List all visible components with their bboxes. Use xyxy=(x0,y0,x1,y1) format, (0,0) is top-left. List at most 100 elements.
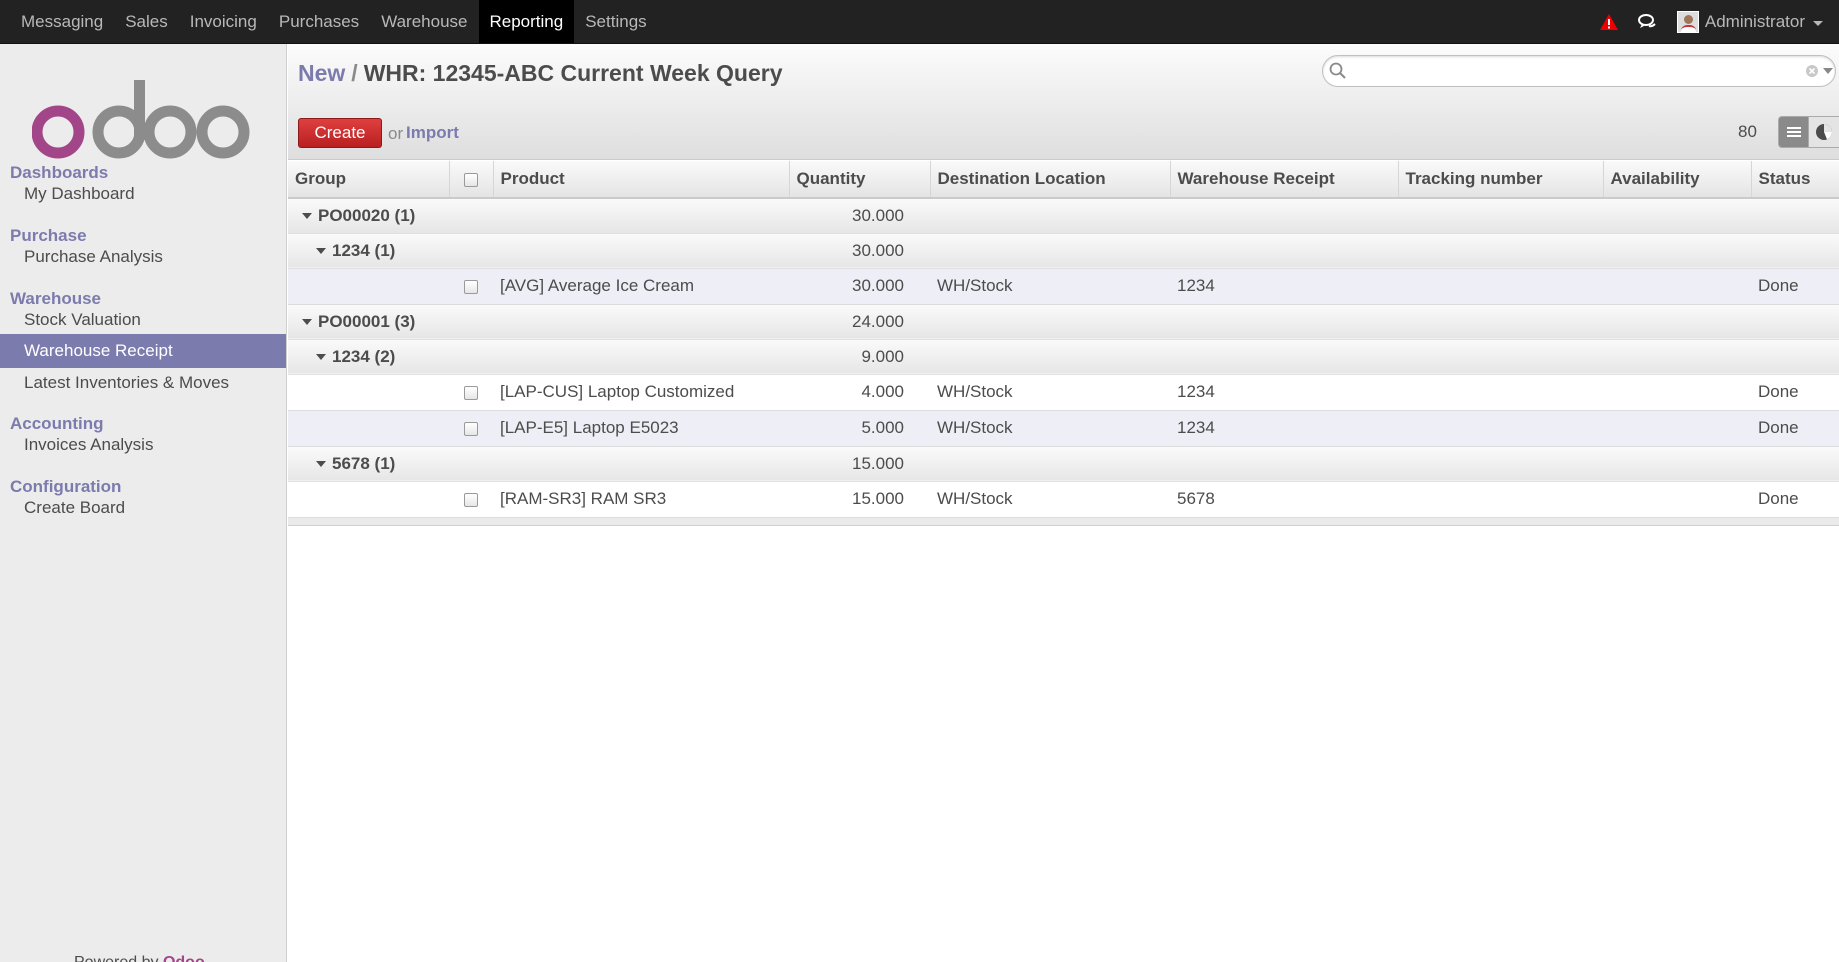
clear-circle-icon[interactable] xyxy=(1805,64,1819,78)
list-view-button[interactable] xyxy=(1778,116,1809,148)
graph-view-button[interactable] xyxy=(1809,116,1839,148)
warehouse-receipt-cell[interactable]: 1234 xyxy=(1170,374,1398,411)
select-all-checkbox[interactable] xyxy=(464,172,478,187)
group-empty-cell xyxy=(1398,233,1603,269)
table-row[interactable]: [LAP-E5] Laptop E5023 5.000 WH/Stock 1234 Do… xyxy=(288,410,1839,447)
group-empty-cell xyxy=(1398,198,1603,234)
breadcrumb-link-new[interactable]: New xyxy=(298,60,345,86)
table-row[interactable]: [LAP-CUS] Laptop Customized 4.000 WH/Stock… xyxy=(288,374,1839,411)
table-row[interactable]: [AVG] Average Ice Cream 30.000 WH/Stock 123… xyxy=(288,268,1839,305)
column-header-quantity[interactable]: Quantity xyxy=(789,161,931,199)
tracking-number-cell[interactable] xyxy=(1398,374,1603,411)
group-label: 1234 (2) xyxy=(332,346,396,366)
status-cell[interactable]: Done xyxy=(1751,410,1839,447)
group-label-cell[interactable]: 1234 (2) xyxy=(288,339,789,375)
group-empty-cell xyxy=(1398,446,1603,482)
quantity-cell[interactable]: 5.000 xyxy=(789,410,930,447)
group-quantity: 9.000 xyxy=(789,339,930,375)
user-name: Administrator xyxy=(1704,12,1805,31)
availability-cell[interactable] xyxy=(1603,374,1751,411)
row-checkbox[interactable] xyxy=(464,385,478,400)
create-button[interactable]: Create xyxy=(298,118,382,148)
destination-location-cell[interactable]: WH/Stock xyxy=(930,481,1170,518)
sidebar-item-stock-valuation[interactable]: Stock Valuation xyxy=(0,303,286,337)
row-checkbox[interactable] xyxy=(464,492,478,507)
group-row[interactable]: PO00020 (1) 30.000 xyxy=(288,198,1839,234)
warehouse-receipt-cell[interactable]: 1234 xyxy=(1170,268,1398,305)
sidebar-item-my-dashboard[interactable]: My Dashboard xyxy=(0,177,286,211)
row-checkbox[interactable] xyxy=(464,279,478,294)
group-row[interactable]: 1234 (2) 9.000 xyxy=(288,339,1839,375)
pager-limit[interactable]: 80 xyxy=(1738,122,1757,142)
destination-location-cell[interactable]: WH/Stock xyxy=(930,374,1170,411)
availability-cell[interactable] xyxy=(1603,410,1751,447)
sidebar-item-warehouse-receipt[interactable]: Warehouse Receipt xyxy=(0,334,286,368)
column-header-destination-location[interactable]: Destination Location xyxy=(930,161,1171,199)
search-box[interactable] xyxy=(1322,55,1836,87)
top-navbar: Messaging Sales Invoicing Purchases Warehous… xyxy=(0,0,1839,44)
group-empty-cell xyxy=(1170,198,1398,234)
column-header-warehouse-receipt[interactable]: Warehouse Receipt xyxy=(1170,161,1399,199)
group-row[interactable]: 5678 (1) 15.000 xyxy=(288,446,1839,482)
column-header-product[interactable]: Product xyxy=(493,161,790,199)
row-checkbox[interactable] xyxy=(464,421,478,436)
import-link[interactable]: Import xyxy=(406,123,459,143)
top-menu: Messaging Sales Invoicing Purchases Warehous… xyxy=(0,0,658,43)
sidebar-item-invoices-analysis[interactable]: Invoices Analysis xyxy=(0,428,286,462)
search-input[interactable] xyxy=(1353,60,1753,82)
top-menu-purchases[interactable]: Purchases xyxy=(268,0,370,43)
data-table: Group Product Quantity Destination Location… xyxy=(288,161,1839,526)
group-label-cell[interactable]: 5678 (1) xyxy=(288,446,789,482)
control-panel: New / WHR: 12345-ABC Current Week Query Cr… xyxy=(288,44,1839,160)
warehouse-receipt-cell[interactable]: 1234 xyxy=(1170,410,1398,447)
destination-location-cell[interactable]: WH/Stock xyxy=(930,410,1170,447)
column-header-status[interactable]: Status xyxy=(1751,161,1839,199)
sidebar-item-latest-inventories-moves[interactable]: Latest Inventories & Moves xyxy=(0,366,286,400)
tracking-number-cell[interactable] xyxy=(1398,481,1603,518)
sidebar-item-purchase-analysis[interactable]: Purchase Analysis xyxy=(0,240,286,274)
quantity-cell[interactable]: 30.000 xyxy=(789,268,930,305)
top-menu-messaging[interactable]: Messaging xyxy=(10,0,114,43)
availability-cell[interactable] xyxy=(1603,268,1751,305)
product-cell[interactable]: [RAM-SR3] RAM SR3 xyxy=(493,481,789,518)
group-row[interactable]: 1234 (1) 30.000 xyxy=(288,233,1839,269)
column-header-group[interactable]: Group xyxy=(288,161,450,199)
breadcrumb: New / WHR: 12345-ABC Current Week Query xyxy=(298,60,782,87)
top-menu-sales[interactable]: Sales xyxy=(114,0,179,43)
top-menu-settings[interactable]: Settings xyxy=(574,0,657,43)
tracking-number-cell[interactable] xyxy=(1398,268,1603,305)
group-row[interactable]: PO00001 (3) 24.000 xyxy=(288,304,1839,340)
chat-bubbles-icon[interactable] xyxy=(1637,13,1657,31)
user-menu[interactable]: Administrator xyxy=(1676,11,1823,33)
product-cell[interactable]: [LAP-E5] Laptop E5023 xyxy=(493,410,789,447)
column-header-tracking-number[interactable]: Tracking number xyxy=(1398,161,1604,199)
destination-location-cell[interactable]: WH/Stock xyxy=(930,268,1170,305)
quantity-cell[interactable]: 4.000 xyxy=(789,374,930,411)
product-cell[interactable]: [LAP-CUS] Laptop Customized xyxy=(493,374,789,411)
warehouse-receipt-cell[interactable]: 5678 xyxy=(1170,481,1398,518)
group-label-cell[interactable]: PO00001 (3) xyxy=(288,304,789,340)
group-label-cell[interactable]: PO00020 (1) xyxy=(288,198,789,234)
status-cell[interactable]: Done xyxy=(1751,374,1839,411)
group-quantity: 30.000 xyxy=(789,233,930,269)
search-options-dropdown-icon[interactable] xyxy=(1823,68,1833,74)
tracking-number-cell[interactable] xyxy=(1398,410,1603,447)
sidebar-item-create-board[interactable]: Create Board xyxy=(0,491,286,525)
quantity-cell[interactable]: 15.000 xyxy=(789,481,930,518)
group-empty-cell xyxy=(930,233,1170,269)
group-label-cell[interactable]: 1234 (1) xyxy=(288,233,789,269)
column-header-availability[interactable]: Availability xyxy=(1603,161,1752,199)
table-footer-cell xyxy=(288,516,1839,526)
top-menu-warehouse[interactable]: Warehouse xyxy=(370,0,478,43)
top-menu-invoicing[interactable]: Invoicing xyxy=(179,0,268,43)
group-cell xyxy=(288,410,449,447)
product-cell[interactable]: [AVG] Average Ice Cream xyxy=(493,268,789,305)
top-menu-reporting[interactable]: Reporting xyxy=(478,0,575,43)
powered-by-label: Powered by xyxy=(74,954,159,962)
powered-by-brand[interactable]: Odoo xyxy=(163,954,205,962)
status-cell[interactable]: Done xyxy=(1751,268,1839,305)
availability-cell[interactable] xyxy=(1603,481,1751,518)
warning-triangle-icon[interactable] xyxy=(1599,13,1619,31)
table-row[interactable]: [RAM-SR3] RAM SR3 15.000 WH/Stock 5678 Done xyxy=(288,481,1839,518)
status-cell[interactable]: Done xyxy=(1751,481,1839,518)
